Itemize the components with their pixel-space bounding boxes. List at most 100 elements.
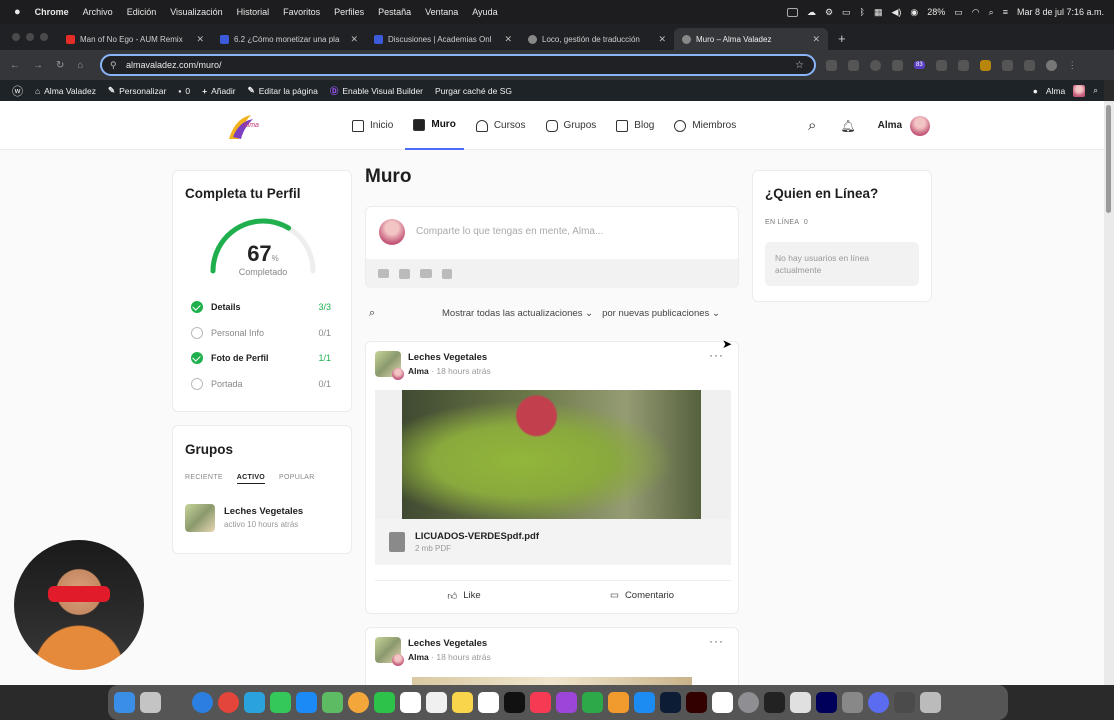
extension-icon[interactable]: [957, 59, 969, 71]
extensions-puzzle-icon[interactable]: [1001, 59, 1013, 71]
trash-icon[interactable]: [920, 692, 941, 713]
wp-edit-link[interactable]: ✎ Editar la página: [248, 85, 318, 96]
calendar-icon[interactable]: [400, 692, 421, 713]
battery-percent[interactable]: 28%: [927, 7, 945, 17]
reminders-icon[interactable]: [426, 692, 447, 713]
finder-icon[interactable]: [114, 692, 135, 713]
downloads-icon[interactable]: [894, 692, 915, 713]
control-center-icon[interactable]: ≡: [1003, 7, 1008, 17]
nav-inicio[interactable]: Inicio: [344, 101, 401, 150]
nav-blog[interactable]: Blog: [608, 101, 662, 150]
search-icon[interactable]: ⌕: [1093, 85, 1098, 96]
utility-icon[interactable]: [790, 692, 811, 713]
menu-ventana[interactable]: Ventana: [425, 7, 458, 17]
address-bar[interactable]: ⚲ almavaladez.com/muro/ ☆: [100, 54, 816, 76]
extension-badge[interactable]: 83: [914, 61, 925, 69]
extension-icon[interactable]: [979, 59, 991, 71]
forward-icon[interactable]: →: [33, 60, 43, 71]
freeform-icon[interactable]: [478, 692, 499, 713]
close-window-button[interactable]: [12, 33, 20, 41]
cast-icon[interactable]: [1023, 59, 1035, 71]
profile-step-foto[interactable]: Foto de Perfil 1/1: [191, 351, 331, 365]
profile-step-portada[interactable]: Portada 0/1: [191, 377, 331, 391]
search-icon[interactable]: ⌕: [808, 117, 816, 134]
search-icon[interactable]: ⌕: [989, 7, 994, 18]
keynote-icon[interactable]: [634, 692, 655, 713]
menu-favoritos[interactable]: Favoritos: [283, 7, 320, 17]
browser-tab-4[interactable]: Loco, gestión de traducción ✕: [520, 28, 674, 50]
wp-notification-icon[interactable]: ●: [1033, 86, 1038, 96]
pages-icon[interactable]: [608, 692, 629, 713]
settings-icon[interactable]: [738, 692, 759, 713]
screen-recorder-icon[interactable]: [764, 692, 785, 713]
post-author[interactable]: Alma: [408, 366, 429, 376]
post-image-partial[interactable]: [412, 677, 692, 685]
group-item[interactable]: Leches Vegetales activo 10 hours atrás: [185, 504, 345, 534]
notes-icon[interactable]: [452, 692, 473, 713]
chrome-icon[interactable]: [218, 692, 239, 713]
apple-icon[interactable]: ●: [14, 6, 21, 18]
post-file-attachment[interactable]: LICUADOS-VERDESpdf.pdf 2 mb PDF: [375, 519, 731, 565]
wp-add-link[interactable]: + Añadir: [202, 86, 236, 96]
wp-comments-link[interactable]: ▪ 0: [178, 86, 190, 96]
bookmark-star-icon[interactable]: ☆: [795, 60, 804, 71]
display-icon[interactable]: ▭: [842, 7, 851, 18]
wifi-icon[interactable]: ◠: [972, 7, 980, 18]
play-icon[interactable]: ◉: [910, 7, 918, 18]
reload-icon[interactable]: ↻: [56, 60, 64, 71]
safari-icon[interactable]: [192, 692, 213, 713]
extension-icon[interactable]: [935, 59, 947, 71]
menu-historial[interactable]: Historial: [237, 7, 270, 17]
tab-reciente[interactable]: RECIENTE: [185, 474, 223, 484]
search-icon[interactable]: ⌕: [369, 307, 375, 320]
nav-muro[interactable]: Muro: [405, 101, 464, 150]
post-group-name[interactable]: Leches Vegetales: [408, 638, 487, 649]
menu-ayuda[interactable]: Ayuda: [472, 7, 497, 17]
tab-activo[interactable]: ACTIVO: [236, 474, 266, 484]
browser-tab-5-active[interactable]: Muro – Alma Valadez ✕: [674, 28, 828, 50]
wp-purge-link[interactable]: Purgar caché de SG: [435, 86, 512, 96]
appletv-icon[interactable]: [504, 692, 525, 713]
extension-icon[interactable]: [826, 59, 837, 71]
post-options-icon[interactable]: ···: [709, 634, 724, 648]
nav-cursos[interactable]: Cursos: [468, 101, 534, 150]
keyboard-icon[interactable]: ▦: [874, 7, 883, 18]
calculator-icon[interactable]: [166, 692, 187, 713]
page-scrollbar[interactable]: [1104, 101, 1114, 685]
like-button[interactable]: 👍︎ Like: [375, 581, 553, 610]
filter-order-dropdown[interactable]: por nuevas publicaciones ⌄: [602, 308, 720, 319]
close-tab-icon[interactable]: ✕: [812, 34, 820, 45]
wp-site-link[interactable]: ⌂ Alma Valadez: [35, 86, 96, 96]
bell-icon[interactable]: 🔔︎: [840, 119, 855, 133]
header-user-avatar[interactable]: [910, 115, 931, 136]
photoshop-icon[interactable]: [660, 692, 681, 713]
extension-icon[interactable]: [870, 59, 881, 71]
close-tab-icon[interactable]: ✕: [196, 34, 204, 45]
filter-show-dropdown[interactable]: Mostrar todas las actualizaciones ⌄: [442, 308, 593, 319]
extension-icon[interactable]: [892, 59, 903, 71]
header-user-name[interactable]: Alma: [878, 120, 902, 131]
menu-app-name[interactable]: Chrome: [35, 7, 69, 17]
back-icon[interactable]: ←: [10, 60, 20, 71]
gif-icon[interactable]: [420, 269, 432, 278]
tab-popular[interactable]: POPULAR: [279, 474, 315, 484]
close-tab-icon[interactable]: ✕: [658, 34, 666, 45]
app-icon[interactable]: [868, 692, 889, 713]
illustrator-icon[interactable]: [686, 692, 707, 713]
telegram-icon[interactable]: [244, 692, 265, 713]
bluetooth-icon[interactable]: ᛒ: [860, 7, 865, 17]
capcut-icon[interactable]: [712, 692, 733, 713]
facetime-icon[interactable]: [374, 692, 395, 713]
menu-pestana[interactable]: Pestaña: [378, 7, 411, 17]
launchpad-icon[interactable]: [140, 692, 161, 713]
wp-customize-link[interactable]: ✎ Personalizar: [108, 85, 166, 96]
menu-edicion[interactable]: Edición: [127, 7, 157, 17]
maps-icon[interactable]: [322, 692, 343, 713]
extension-icon[interactable]: [848, 59, 859, 71]
nav-grupos[interactable]: Grupos: [538, 101, 605, 150]
profile-icon[interactable]: [1045, 59, 1057, 71]
media-icon[interactable]: [399, 268, 410, 279]
volume-icon[interactable]: ◀): [891, 7, 901, 18]
screenshot-icon[interactable]: [842, 692, 863, 713]
new-tab-button[interactable]: +: [838, 31, 846, 50]
